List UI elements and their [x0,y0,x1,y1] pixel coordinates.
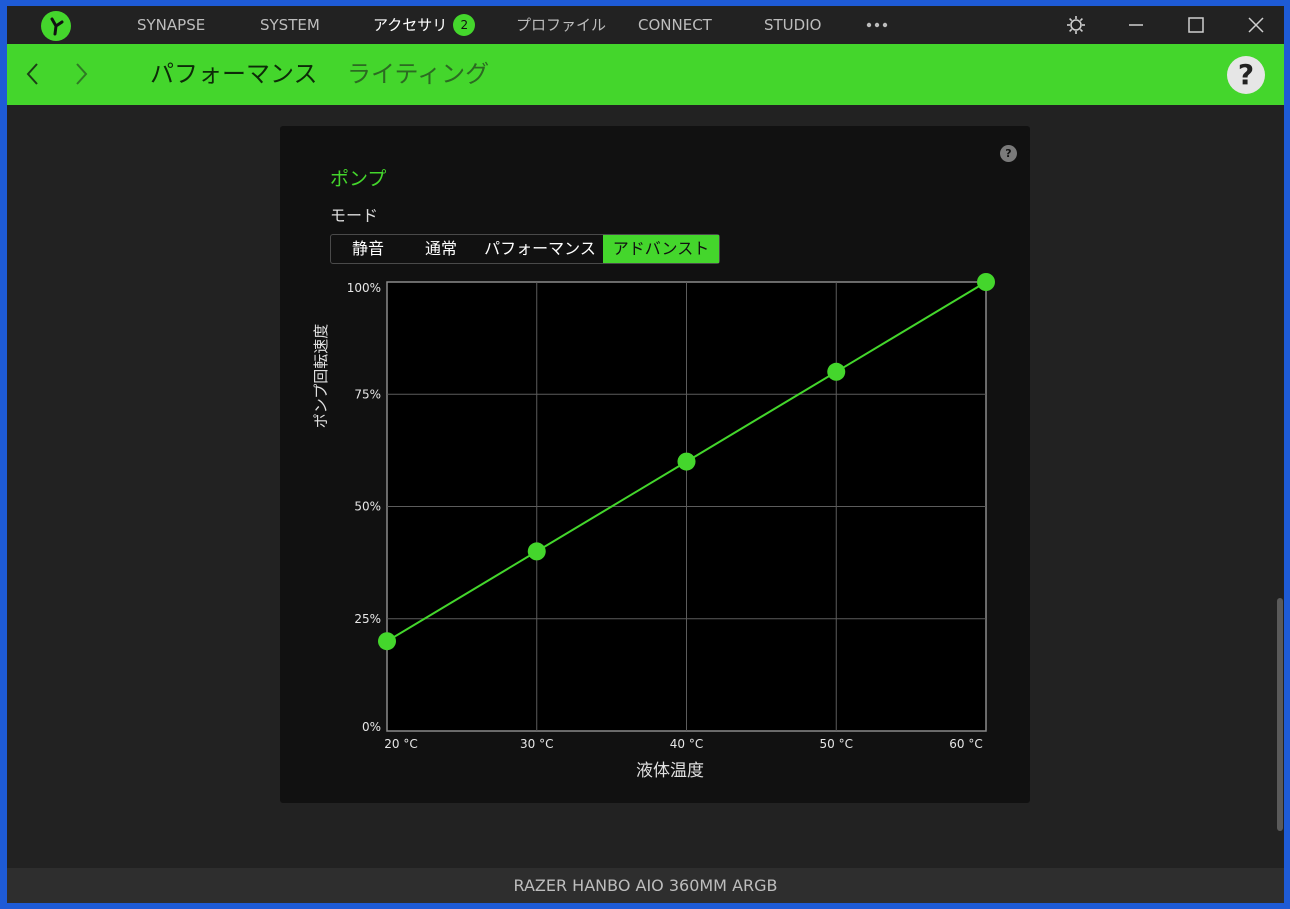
nav-label: CONNECT [638,16,712,34]
x-tick-label: 50 °C [820,737,853,751]
help-icon[interactable]: ? [1227,56,1265,94]
tab-label: パフォーマンス [150,60,318,88]
nav-system[interactable]: SYSTEM [260,6,320,44]
minimize-icon[interactable] [1116,6,1156,44]
x-tick-label: 30 °C [520,737,553,751]
nav-label: プロファイル [516,16,607,34]
nav-profiles[interactable]: プロファイル [516,6,606,44]
vertical-scrollbar[interactable] [1277,598,1283,831]
more-horizontal-icon[interactable] [856,6,896,44]
curve-control-point[interactable] [378,632,396,651]
pump-curve-chart: 0% 25% 50% 75% 100% 20 °C 30 °C 40 °C 50 °C 60 °C [347,273,995,751]
x-tick-label: 60 °C [949,737,982,751]
nav-label: SYNAPSE [137,16,206,34]
tab-label: ライティング [347,60,490,88]
tab-performance[interactable]: パフォーマンス [150,44,318,105]
notification-badge: 2 [453,14,476,36]
maximize-icon[interactable] [1176,6,1216,44]
nav-label: STUDIO [764,16,822,34]
curve-control-point[interactable] [827,362,846,381]
nav-studio[interactable]: STUDIO [764,6,821,44]
sub-nav-bar: パフォーマンス ライティング ? [7,44,1284,105]
chevron-left-icon[interactable] [21,57,45,91]
app-window: SYNAPSE SYSTEM アクセサリ 2 プロファイル CONNECT STU… [7,6,1284,903]
x-tick-label: 20 °C [384,737,417,751]
x-axis-title: 液体温度 [636,761,704,781]
top-nav-bar: SYNAPSE SYSTEM アクセサリ 2 プロファイル CONNECT STU… [7,6,1284,44]
device-name-footer: RAZER HANBO AIO 360MM ARGB [7,868,1284,903]
razer-logo-icon[interactable] [41,11,71,41]
y-axis-title: ポンプ回転速度 [312,323,330,429]
x-tick-label: 40 °C [670,737,703,751]
curve-control-point[interactable] [527,542,546,561]
gear-icon[interactable] [1056,6,1096,44]
y-tick-label: 100% [347,281,381,295]
y-tick-label: 50% [354,500,381,514]
nav-connect[interactable]: CONNECT [638,6,712,44]
curve-control-point[interactable] [977,273,995,291]
curve-control-point[interactable] [677,452,696,471]
chevron-right-icon[interactable] [69,57,93,91]
tab-lighting[interactable]: ライティング [347,44,489,105]
nav-synapse[interactable]: SYNAPSE [137,6,205,44]
y-tick-label: 25% [354,612,381,626]
y-tick-label: 0% [362,720,381,734]
nav-label: SYSTEM [260,16,320,34]
nav-label: アクセサリ [373,16,448,34]
nav-accessories[interactable]: アクセサリ 2 [373,6,476,44]
close-icon[interactable] [1236,6,1276,44]
y-tick-label: 75% [354,387,381,401]
pump-panel: ? ポンプ モード 静音 通常 パフォーマンス アドバンスト 0% 25% 50% 7… [280,126,1030,803]
